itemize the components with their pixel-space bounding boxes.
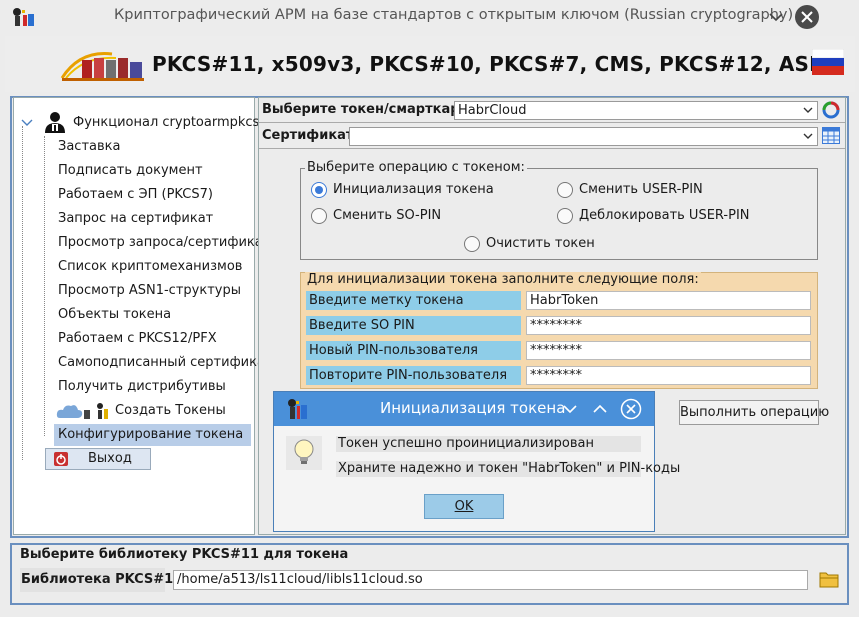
- dialog-message-line-1: Токен успешно проинициализирован: [336, 436, 641, 452]
- radio-change-so-pin[interactable]: [311, 208, 327, 224]
- certificate-select[interactable]: [349, 127, 818, 146]
- exit-button[interactable]: Выход: [45, 448, 151, 470]
- tree-item-distributives[interactable]: Получить дистрибутивы: [54, 376, 230, 398]
- so-pin-field-label: Введите SO PIN: [306, 316, 521, 335]
- russian-flag-icon: [812, 49, 844, 75]
- radio-change-user-pin[interactable]: [557, 182, 573, 198]
- chevron-down-icon: [803, 107, 813, 113]
- cloud-tokens-icon: [56, 403, 108, 419]
- app-icon: [288, 399, 307, 419]
- radio-clear-token[interactable]: [464, 236, 480, 252]
- power-icon: [54, 452, 68, 466]
- tree-item-selfsigned[interactable]: Самоподписанный сертификат: [54, 352, 277, 374]
- exit-label: Выход: [88, 451, 132, 466]
- dialog-title: Инициализация токена: [380, 399, 566, 417]
- divider: [259, 148, 845, 149]
- app-icon: [13, 8, 34, 26]
- tree-root-label[interactable]: Функционал cryptoarmpkcs: [69, 112, 263, 134]
- token-select-label: Выберите токен/смарткарту:: [262, 102, 481, 117]
- tree-item-view-request[interactable]: Просмотр запроса/сертификата: [54, 232, 282, 254]
- chevron-down-icon: [803, 133, 813, 139]
- function-tree: Функционал cryptoarmpkcs Заставка Подпис…: [13, 97, 278, 535]
- lightbulb-icon: [286, 436, 322, 470]
- refresh-tokens-icon[interactable]: [821, 100, 841, 120]
- crypto-logo-icon: [60, 52, 144, 81]
- window-title: Криптографический АРМ на базе стандартов…: [114, 7, 794, 23]
- library-label: Библиотека PKCS#11:: [20, 568, 187, 592]
- chevron-up-icon[interactable]: [591, 400, 609, 418]
- divider: [259, 122, 845, 123]
- radio-change-so-pin-label: Сменить SO-PIN: [333, 208, 442, 223]
- token-label-input[interactable]: HabrToken: [526, 291, 811, 310]
- token-label-field-label: Введите метку токена: [306, 291, 521, 310]
- chevron-down-icon[interactable]: [561, 400, 579, 418]
- radio-change-user-pin-label: Сменить USER-PIN: [579, 182, 703, 197]
- close-window-button[interactable]: [795, 5, 819, 29]
- repeat-user-pin-input[interactable]: ********: [526, 366, 811, 385]
- new-user-pin-input[interactable]: ********: [526, 341, 811, 360]
- tree-item-cert-request[interactable]: Запрос на сертификат: [54, 208, 217, 230]
- so-pin-input[interactable]: ********: [526, 316, 811, 335]
- dialog-message-line-2: Храните надежно и токен "HabrToken" и PI…: [336, 461, 681, 477]
- certificate-label: Сертификат:: [262, 128, 359, 143]
- new-user-pin-field-label: Новый PIN-пользователя: [306, 341, 521, 360]
- repeat-user-pin-field-label: Повторите PIN-пользователя: [306, 366, 521, 385]
- tree-item-splash[interactable]: Заставка: [54, 136, 124, 158]
- tree-item-token-objects[interactable]: Объекты токена: [54, 304, 175, 326]
- init-fields-title: Для инициализации токена заполните следу…: [305, 272, 701, 287]
- tree-item-create-tokens[interactable]: Создать Токены: [111, 400, 230, 422]
- radio-unblock-user-pin[interactable]: [557, 208, 573, 224]
- operation-group-title: Выберите операцию с токеном:: [305, 160, 527, 175]
- chevron-down-icon[interactable]: [765, 7, 787, 27]
- close-icon[interactable]: [620, 398, 642, 420]
- execute-operation-button[interactable]: Выполнить операцию: [679, 400, 829, 425]
- library-path-input[interactable]: /home/a513/ls11cloud/libls11cloud.so: [173, 570, 808, 590]
- tree-item-configure-token[interactable]: Конфигурирование токена: [54, 424, 251, 446]
- tree-item-asn1[interactable]: Просмотр ASN1-структуры: [54, 280, 245, 302]
- radio-init-token[interactable]: [311, 182, 327, 198]
- folder-icon[interactable]: [819, 570, 839, 588]
- radio-unblock-user-pin-label: Деблокировать USER-PIN: [579, 208, 750, 223]
- certificate-table-icon[interactable]: [822, 127, 840, 144]
- radio-clear-token-label: Очистить токен: [486, 236, 595, 251]
- banner-title: PKCS#11, x509v3, PKCS#10, PKCS#7, CMS, P…: [152, 52, 841, 76]
- library-frame-title: Выберите библиотеку PKCS#11 для токена: [20, 547, 349, 562]
- close-icon: [801, 11, 813, 23]
- tree-item-mechanisms[interactable]: Список криптомеханизмов: [54, 256, 246, 278]
- tree-item-sign-document[interactable]: Подписать документ: [54, 160, 207, 182]
- token-select[interactable]: HabrCloud: [454, 101, 818, 120]
- user-icon: [45, 112, 65, 133]
- tree-item-pkcs12[interactable]: Работаем с PKCS12/PFX: [54, 328, 221, 350]
- dialog-ok-button[interactable]: OK: [424, 494, 504, 519]
- expand-toggle-icon[interactable]: [20, 118, 34, 128]
- token-select-value: HabrCloud: [458, 103, 527, 118]
- dialog-ok-label: OK: [454, 499, 474, 514]
- radio-init-token-label: Инициализация токена: [333, 182, 494, 197]
- tree-item-pkcs7[interactable]: Работаем с ЭП (PKCS7): [54, 184, 217, 206]
